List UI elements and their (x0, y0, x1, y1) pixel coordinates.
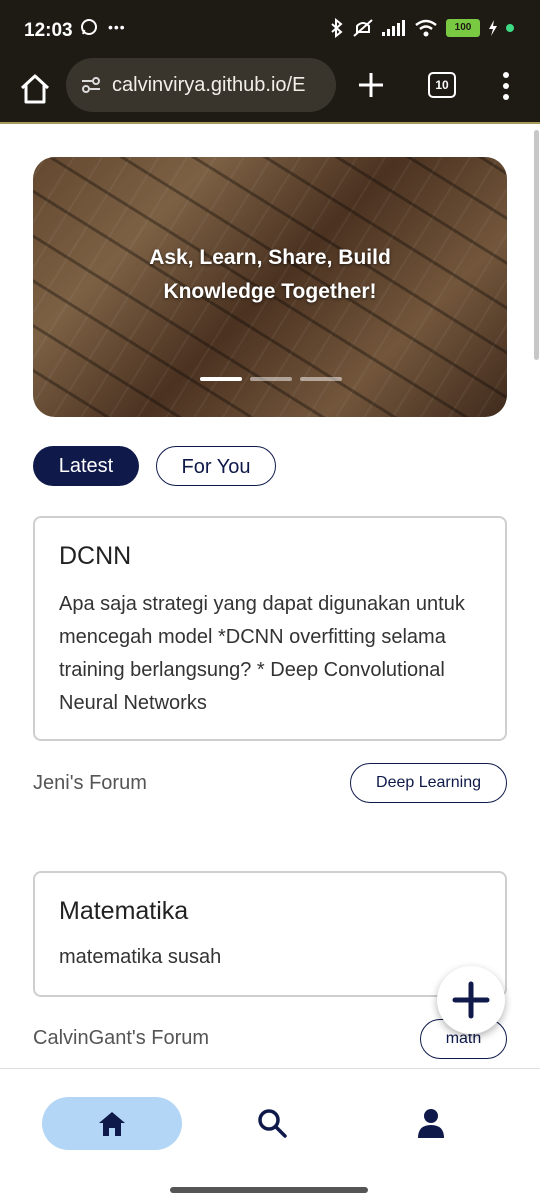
forum-name[interactable]: Jeni's Forum (33, 772, 147, 795)
nav-home-button[interactable] (42, 1097, 182, 1150)
mute-icon (353, 19, 373, 37)
browser-toolbar: calvinvirya.github.io/E 10 (0, 56, 540, 124)
status-right-icons: 100 (330, 18, 514, 38)
more-notifications-icon: ••• (108, 19, 126, 35)
charging-icon (489, 20, 497, 36)
address-bar[interactable]: calvinvirya.github.io/E (66, 58, 336, 112)
carousel-indicators (200, 377, 342, 381)
person-icon[interactable] (416, 1108, 446, 1138)
hero-tagline-line2: Knowledge Together! (163, 280, 377, 303)
tab-switcher-button[interactable]: 10 (428, 72, 456, 98)
bottom-navigation (0, 1068, 540, 1201)
carousel-dot-2[interactable] (250, 377, 292, 381)
new-tab-button[interactable] (356, 70, 386, 100)
hero-tagline: Ask, Learn, Share, Build Knowledge Toget… (33, 241, 507, 309)
hero-tagline-line1: Ask, Learn, Share, Build (149, 246, 391, 269)
status-bar: 12:03 ••• 100 (0, 0, 540, 56)
tab-for-you[interactable]: For You (156, 446, 276, 486)
carousel-dot-1[interactable] (200, 377, 242, 381)
hero-banner[interactable]: Ask, Learn, Share, Build Knowledge Toget… (33, 157, 507, 417)
signal-icon (382, 20, 405, 36)
status-left-icons: ••• (80, 18, 126, 36)
notification-dot-icon (506, 24, 514, 32)
gesture-bar[interactable] (170, 1187, 368, 1193)
whatsapp-icon (81, 19, 97, 35)
url-text: calvinvirya.github.io/E (112, 73, 306, 96)
post-card[interactable]: Matematika matematika susah (33, 871, 507, 997)
wifi-icon (415, 19, 437, 37)
plus-icon (452, 981, 490, 1019)
post-body: matematika susah (59, 946, 222, 968)
browser-menu-button[interactable] (496, 70, 516, 102)
home-icon (99, 1112, 125, 1136)
post-body: Apa saja strategi yang dapat digunakan u… (59, 593, 465, 714)
browser-home-button[interactable] (18, 72, 52, 106)
post-tag-chip[interactable]: Deep Learning (350, 763, 507, 803)
post-title: Matematika (59, 897, 189, 925)
status-time: 12:03 (24, 20, 73, 41)
battery-icon: 100 (446, 19, 480, 37)
page-scrollbar[interactable] (534, 130, 539, 360)
carousel-dot-3[interactable] (300, 377, 342, 381)
bluetooth-icon (331, 18, 343, 38)
tab-latest[interactable]: Latest (33, 446, 139, 486)
post-title: DCNN (59, 542, 132, 570)
site-settings-icon[interactable] (80, 74, 102, 96)
create-post-button[interactable] (437, 966, 505, 1034)
forum-name[interactable]: CalvinGant's Forum (33, 1027, 209, 1050)
post-card[interactable]: DCNN Apa saja strategi yang dapat diguna… (33, 516, 507, 741)
search-icon[interactable] (257, 1108, 287, 1138)
